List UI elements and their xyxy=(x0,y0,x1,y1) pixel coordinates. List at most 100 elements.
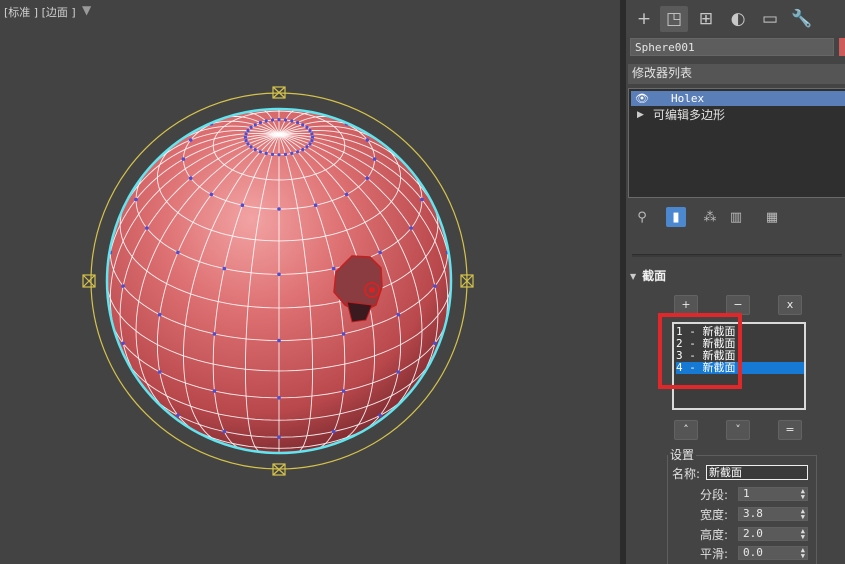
vertex-point xyxy=(212,332,217,336)
remove-modifier-icon[interactable]: ▥ xyxy=(726,207,746,227)
rollout-title: 截面 xyxy=(642,269,667,283)
smooth-value: 0.0 xyxy=(743,546,763,559)
vertex-point xyxy=(331,429,336,434)
vertex-point xyxy=(188,176,193,180)
vertex-point xyxy=(409,226,413,230)
vertex-point xyxy=(396,370,401,374)
height-label: 高度: xyxy=(700,528,729,542)
vertex-point xyxy=(344,192,349,197)
spinner-arrows-icon[interactable]: ▲ ▼ xyxy=(801,508,805,521)
stack-item-holex[interactable]: 👁 Holex xyxy=(631,91,845,106)
vertex-point xyxy=(243,135,247,139)
object-name-field[interactable]: Sphere001 xyxy=(630,38,834,56)
expand-arrow-icon[interactable]: ▶ xyxy=(637,108,644,123)
display-icon[interactable]: ▭ xyxy=(756,6,784,32)
section-name-input[interactable]: 新截面 xyxy=(706,465,808,480)
smooth-spinner[interactable]: 0.0 ▲ ▼ xyxy=(738,546,808,560)
vertex-point xyxy=(433,284,437,288)
vertex-point xyxy=(176,250,180,255)
vertex-point xyxy=(372,157,377,161)
vertex-point xyxy=(253,148,257,152)
viewport[interactable]: [标准 ] [边面 ] ▼ xyxy=(0,0,620,564)
vertex-point xyxy=(258,121,262,125)
settings-group-title: 设置 xyxy=(668,446,697,463)
segments-spinner[interactable]: 1 ▲ ▼ xyxy=(738,487,808,501)
vertex-point xyxy=(277,396,281,400)
vertex-point xyxy=(301,148,305,152)
smooth-label: 平滑: xyxy=(700,547,729,561)
sphere-scene[interactable] xyxy=(0,0,620,564)
motion-icon[interactable]: ◐ xyxy=(724,6,752,32)
stack-item-editable-poly[interactable]: ▶ 可编辑多边形 xyxy=(631,108,845,123)
stack-item-label: Holex xyxy=(671,92,705,105)
rollout-header-sections[interactable]: ▼ 截面 xyxy=(630,267,845,285)
vertex-point xyxy=(157,312,162,317)
move-up-button[interactable]: ˄ xyxy=(674,420,698,440)
vertex-point xyxy=(341,332,346,336)
panel-divider[interactable] xyxy=(632,254,842,257)
vertex-point xyxy=(296,121,300,125)
stack-item-label: 可编辑多边形 xyxy=(653,108,726,122)
vertex-point xyxy=(277,272,281,277)
vertex-point xyxy=(222,266,227,271)
vertex-point xyxy=(277,153,281,157)
create-icon[interactable]: + xyxy=(630,6,658,32)
vertex-point xyxy=(313,203,318,207)
vertex-point xyxy=(246,128,250,133)
vertex-point xyxy=(433,341,437,346)
vertex-point xyxy=(258,150,262,154)
vertex-point xyxy=(157,370,162,374)
vertex-point xyxy=(264,119,268,123)
configure-modifier-sets-icon[interactable]: ▦ xyxy=(762,207,782,227)
vertex-point xyxy=(283,152,288,156)
spinner-arrows-icon[interactable]: ▲ ▼ xyxy=(801,488,805,501)
vertex-point xyxy=(290,119,294,123)
height-spinner[interactable]: 2.0 ▲ ▼ xyxy=(738,527,808,541)
make-unique-icon[interactable]: ⁂ xyxy=(700,207,720,227)
vertex-point xyxy=(311,135,315,139)
vertex-point xyxy=(145,226,149,230)
vertex-point xyxy=(308,142,312,146)
hierarchy-icon[interactable]: ⊞ xyxy=(692,6,720,32)
show-end-result-icon[interactable]: ▮ xyxy=(666,207,686,227)
vertex-point xyxy=(365,176,370,180)
stack-toolbar: ⚲ ▮ ⁂ ▥ ▦ xyxy=(628,205,845,229)
eye-icon[interactable]: 👁 xyxy=(635,91,649,106)
equalize-button[interactable]: = xyxy=(778,420,802,440)
vertex-point xyxy=(283,118,288,122)
object-color-swatch[interactable] xyxy=(839,38,845,56)
vertex-point xyxy=(222,429,227,434)
remove-section-button[interactable]: − xyxy=(726,295,750,315)
vertex-point xyxy=(209,192,214,197)
vertex-point xyxy=(341,389,346,393)
section-item-selected[interactable]: 4 - 新截面 xyxy=(676,362,804,374)
vertex-point xyxy=(134,197,138,202)
modifier-list-dropdown[interactable]: 修改器列表 xyxy=(628,64,845,84)
spinner-arrows-icon[interactable]: ▲ ▼ xyxy=(801,547,805,560)
section-list[interactable]: 1 - 新截面 2 - 新截面 3 - 新截面 4 - 新截面 xyxy=(672,322,806,410)
vertex-point xyxy=(396,312,401,317)
vertex-point xyxy=(249,145,253,149)
vertex-point xyxy=(188,138,193,142)
segments-label: 分段: xyxy=(700,488,729,502)
vertex-point xyxy=(176,413,180,418)
vertex-point xyxy=(264,151,268,155)
utilities-icon[interactable]: 🔧 xyxy=(788,6,816,32)
vertex-point xyxy=(296,150,300,154)
width-spinner[interactable]: 3.8 ▲ ▼ xyxy=(738,507,808,521)
vertex-point xyxy=(121,341,125,346)
vertex-point xyxy=(378,250,382,255)
add-section-button[interactable]: + xyxy=(674,295,698,315)
command-panel: + ◳ ⊞ ◐ ▭ 🔧 Sphere001 修改器列表 👁 Holex ▶ 可编… xyxy=(626,0,845,564)
collapse-triangle-icon: ▼ xyxy=(630,272,637,281)
pin-stack-icon[interactable]: ⚲ xyxy=(632,207,652,227)
move-down-button[interactable]: ˅ xyxy=(726,420,750,440)
vertex-point xyxy=(277,338,281,343)
modify-icon[interactable]: ◳ xyxy=(660,6,688,32)
spinner-arrows-icon[interactable]: ▲ ▼ xyxy=(801,528,805,541)
vertex-point xyxy=(249,125,253,129)
vertex-point xyxy=(310,132,314,136)
vertex-point xyxy=(240,203,245,207)
delete-section-button[interactable]: x xyxy=(778,295,802,315)
vertex-point xyxy=(310,139,314,143)
